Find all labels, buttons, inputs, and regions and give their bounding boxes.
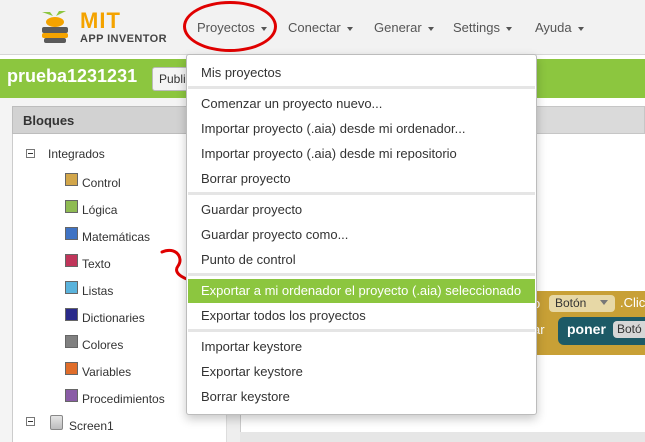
nav-label-settings: Settings [453,20,500,35]
tree-item-dictionaries[interactable]: Dictionaries [82,311,145,325]
menu-item-import-from-repository[interactable]: Importar proyecto (.aia) desde mi reposi… [188,142,535,166]
dictionaries-color-icon [65,308,78,321]
caret-down-icon [427,26,434,31]
dropdown-arrow-icon [600,300,608,305]
nav-menu-settings[interactable]: Settings [453,20,512,35]
menu-separator [188,329,535,332]
math-color-icon [65,227,78,240]
menu-item-my-projects[interactable]: Mis proyectos [188,61,535,85]
tree-item-logica[interactable]: Lógica [82,203,117,217]
tree-item-procedimientos[interactable]: Procedimientos [82,392,165,406]
tree-item-integrados[interactable]: Integrados [48,147,105,161]
tree-item-matematicas[interactable]: Matemáticas [82,230,150,244]
logic-color-icon [65,200,78,213]
collapse-icon[interactable] [26,417,35,426]
logo-brand-text: MIT [80,8,121,33]
menu-item-import-from-computer[interactable]: Importar proyecto (.aia) desde mi ordena… [188,117,535,141]
menu-item-save-project[interactable]: Guardar proyecto [188,198,535,222]
colors-color-icon [65,335,78,348]
menu-item-export-all-projects[interactable]: Exportar todos los proyectos [188,304,535,328]
menu-item-export-keystore[interactable]: Exportar keystore [188,360,535,384]
bee-logo-icon [42,11,68,43]
collapse-icon[interactable] [26,149,35,158]
component-dropdown-value: Botón [555,296,587,310]
text-color-icon [65,254,78,267]
nav-menu-conectar[interactable]: Conectar [288,20,353,35]
caret-down-icon [577,26,584,31]
variables-color-icon [65,362,78,375]
menu-item-import-keystore[interactable]: Importar keystore [188,335,535,359]
nav-label-generar: Generar [374,20,422,35]
top-nav-bar: MIT APP INVENTOR Proyectos Conectar Gene… [0,0,645,55]
nav-label-conectar: Conectar [288,20,341,35]
app-inventor-logo[interactable]: MIT APP INVENTOR [36,6,167,48]
menu-item-new-project[interactable]: Comenzar un proyecto nuevo... [188,92,535,116]
component-dropdown[interactable]: Botón [549,295,615,312]
menu-separator [188,86,535,89]
caret-down-icon [346,26,353,31]
nav-menu-ayuda[interactable]: Ayuda [535,20,584,35]
menu-item-checkpoint[interactable]: Punto de control [188,248,535,272]
workspace-scrollbar[interactable] [240,432,645,442]
menu-item-delete-keystore[interactable]: Borrar keystore [188,385,535,409]
tree-item-variables[interactable]: Variables [82,365,131,379]
setter-component-dropdown[interactable]: Botó [613,321,645,338]
menu-item-delete-project[interactable]: Borrar proyecto [188,167,535,191]
nav-menu-generar[interactable]: Generar [374,20,434,35]
tree-item-control[interactable]: Control [82,176,121,190]
screen-icon [50,415,63,430]
lists-color-icon [65,281,78,294]
menu-separator [188,192,535,195]
tree-item-texto[interactable]: Texto [82,257,111,271]
procedures-color-icon [65,389,78,402]
control-color-icon [65,173,78,186]
nav-label-ayuda: Ayuda [535,20,572,35]
caret-down-icon [505,26,512,31]
project-name: prueba1231231 [7,66,138,86]
menu-item-save-project-as[interactable]: Guardar proyecto como... [188,223,535,247]
menu-item-export-selected-project[interactable]: Exportar a mi ordenador el proyecto (.ai… [188,279,535,303]
menu-separator [188,273,535,276]
tree-item-colores[interactable]: Colores [82,338,123,352]
logo-product-text: APP INVENTOR [80,33,167,45]
tree-item-screen1[interactable]: Screen1 [69,419,114,433]
setter-label: poner [567,321,606,337]
proyectos-dropdown-menu: Mis proyectos Comenzar un proyecto nuevo… [186,54,537,415]
tree-item-listas[interactable]: Listas [82,284,113,298]
annotation-circle [183,1,277,52]
blocks-panel-title: Bloques [23,113,75,128]
event-name-fragment: .Clic [620,295,645,310]
